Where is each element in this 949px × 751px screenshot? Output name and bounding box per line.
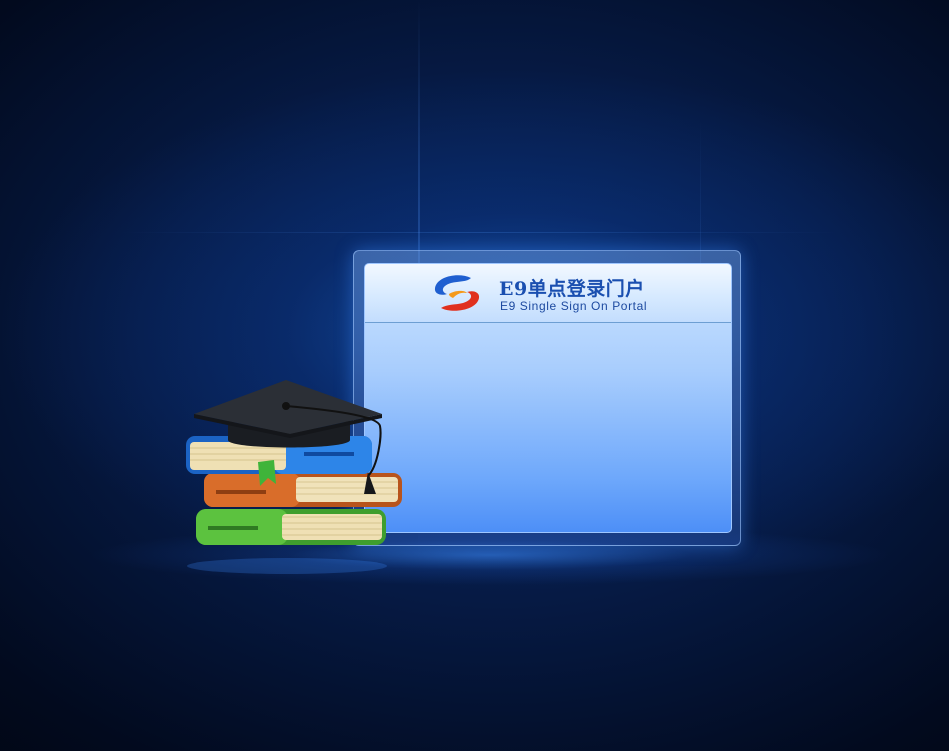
login-panel-inner: E9单点登录门户 E9 Single Sign On Portal bbox=[364, 263, 732, 533]
login-page-background: E9单点登录门户 E9 Single Sign On Portal bbox=[0, 0, 949, 751]
light-streak bbox=[120, 232, 840, 233]
portal-subtitle: E9 Single Sign On Portal bbox=[500, 299, 648, 313]
swirl-logo-icon bbox=[434, 275, 480, 311]
login-panel: E9单点登录门户 E9 Single Sign On Portal bbox=[353, 250, 741, 546]
portal-title: E9单点登录门户 bbox=[499, 278, 645, 300]
panel-header: E9单点登录门户 E9 Single Sign On Portal bbox=[365, 264, 731, 323]
login-form-area bbox=[365, 323, 731, 532]
graduation-cap-books-icon bbox=[186, 380, 402, 574]
